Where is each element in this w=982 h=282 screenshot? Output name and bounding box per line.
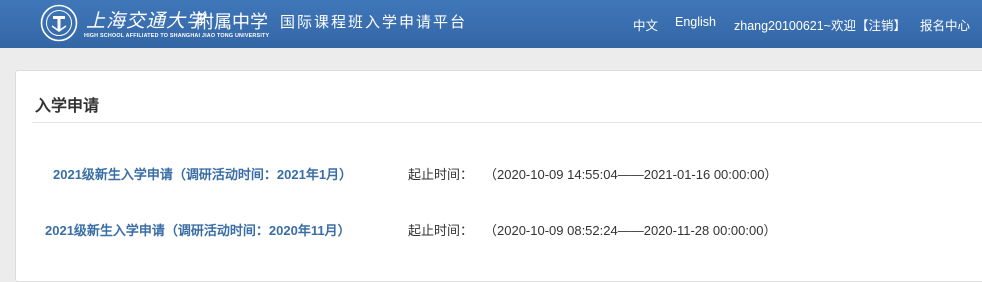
lang-chinese-link[interactable]: 中文 [633, 15, 658, 34]
school-suffix: 附属中学 [196, 12, 268, 32]
user-welcome: zhang20100621~欢迎 [734, 19, 856, 33]
top-navbar: 上海交通大学 附属中学 HIGH SCHOOL AFFILIATED TO SH… [0, 0, 982, 48]
university-english-name: HIGH SCHOOL AFFILIATED TO SHANGHAI JIAO … [84, 33, 270, 39]
period-value: （2020-10-09 08:52:24——2020-11-28 00:00:0… [484, 223, 777, 238]
university-name: 上海交通大学 [86, 10, 207, 32]
logout-link[interactable]: 【注销】 [856, 15, 906, 34]
platform-title: 国际课程班入学申请平台 [280, 14, 468, 31]
school-seal-icon [40, 4, 78, 42]
signup-center-link[interactable]: 报名中心 [920, 15, 970, 34]
lang-english-link[interactable]: English [675, 15, 716, 29]
period-label: 起止时间： [408, 223, 474, 238]
page-title: 入学申请 [35, 98, 100, 115]
period-label: 起止时间： [408, 167, 474, 182]
application-link[interactable]: 2021级新生入学申请（调研活动时间：2021年1月） [53, 164, 352, 183]
title-divider [32, 122, 982, 123]
period-value: （2020-10-09 14:55:04——2021-01-16 00:00:0… [484, 167, 778, 182]
application-link[interactable]: 2021级新生入学申请（调研活动时间：2020年11月） [45, 220, 351, 239]
